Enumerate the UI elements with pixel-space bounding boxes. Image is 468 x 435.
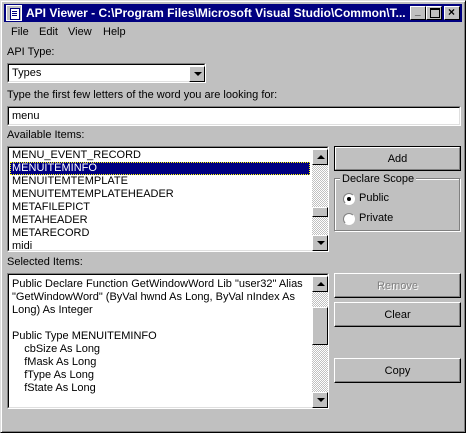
radio-public-circle[interactable]	[343, 193, 355, 205]
maximize-icon	[430, 8, 440, 18]
list-item[interactable]: MENUITEMINFO	[10, 162, 310, 175]
chevron-down-icon	[194, 72, 202, 76]
combobox-dropdown-button[interactable]	[189, 66, 205, 82]
menu-edit[interactable]: Edit	[39, 26, 58, 38]
menu-help-label: Help	[103, 26, 126, 38]
window-title: API Viewer - C:\Program Files\Microsoft …	[26, 6, 406, 20]
add-button-label: Add	[387, 152, 408, 165]
scroll-up-button[interactable]	[312, 149, 328, 165]
radio-selected-dot	[347, 197, 351, 201]
selected-items-textbox[interactable]: Public Declare Function GetWindowWord Li…	[7, 273, 329, 409]
chevron-up-icon	[317, 155, 325, 159]
list-item[interactable]: MENUITEMTEMPLATE	[10, 175, 310, 188]
radio-private-circle[interactable]	[343, 213, 355, 225]
menu-view[interactable]: View	[68, 26, 92, 38]
selected-items-scrollbar[interactable]	[312, 276, 328, 408]
api-type-value: Types	[12, 67, 42, 79]
menu-help[interactable]: Help	[103, 26, 126, 38]
search-label: Type the first few letters of the word y…	[7, 89, 278, 101]
selected-items-label: Selected Items:	[7, 256, 83, 268]
declare-scope-title: Declare Scope	[340, 173, 417, 185]
api-type-label: API Type:	[7, 46, 55, 58]
app-icon[interactable]	[6, 5, 22, 21]
clear-button[interactable]: Clear	[334, 302, 461, 327]
search-input[interactable]: menu	[7, 106, 461, 126]
text-line: Long) As Integer	[12, 304, 93, 316]
menu-file[interactable]: File	[11, 26, 29, 38]
text-line: Public Type MENUITEMINFO	[12, 330, 157, 342]
copy-button[interactable]: Copy	[334, 358, 461, 383]
chevron-down-icon	[317, 241, 325, 245]
remove-button-label: Remove	[377, 279, 418, 292]
api-type-combobox[interactable]: Types	[7, 63, 206, 83]
copy-button-label: Copy	[384, 364, 411, 377]
chevron-up-icon	[317, 282, 325, 286]
close-button[interactable]: ×	[444, 6, 460, 20]
search-input-value: menu	[12, 110, 40, 122]
list-item[interactable]: MENU_EVENT_RECORD	[10, 149, 310, 162]
text-line: Public Declare Function GetWindowWord Li…	[12, 278, 303, 290]
radio-private-label: Private	[359, 212, 394, 224]
menu-bar: File Edit View Help	[4, 24, 462, 41]
text-line: fMask As Long	[12, 356, 97, 368]
available-items-list[interactable]: MENU_EVENT_RECORD MENUITEMINFO MENUITEMTEM…	[7, 146, 329, 252]
available-items-label: Available Items:	[7, 129, 85, 141]
scroll-down-button[interactable]	[312, 235, 328, 251]
list-item[interactable]: midi	[10, 240, 310, 251]
close-icon: ×	[448, 5, 456, 19]
radio-public[interactable]: Public	[343, 192, 443, 206]
selected-items-text: Public Declare Function GetWindowWord Li…	[12, 278, 308, 406]
list-item[interactable]: MENUITEMTEMPLATEHEADER	[10, 188, 310, 201]
maximize-button[interactable]	[426, 6, 442, 20]
remove-button[interactable]: Remove	[334, 273, 461, 298]
add-button[interactable]: Add	[334, 146, 461, 171]
api-viewer-window: API Viewer - C:\Program Files\Microsoft …	[0, 0, 466, 433]
scroll-up-button[interactable]	[312, 276, 328, 292]
clear-button-label: Clear	[384, 308, 411, 321]
minimize-button[interactable]: _	[410, 6, 426, 20]
scroll-thumb[interactable]	[312, 307, 328, 345]
list-item[interactable]: METAHEADER	[10, 214, 310, 227]
minimize-icon: _	[415, 6, 421, 17]
text-line: "GetWindowWord" (ByVal hwnd As Long, ByV…	[12, 291, 295, 303]
text-line: cbSize As Long	[12, 343, 101, 355]
chevron-down-icon	[317, 398, 325, 402]
text-line: fType As Long	[12, 369, 94, 381]
list-item[interactable]: METAFILEPICT	[10, 201, 310, 214]
scroll-thumb[interactable]	[312, 207, 328, 217]
list-item[interactable]: METARECORD	[10, 227, 310, 240]
text-line	[12, 317, 308, 330]
text-line: fState As Long	[12, 382, 96, 394]
title-bar[interactable]: API Viewer - C:\Program Files\Microsoft …	[4, 4, 462, 22]
menu-file-label: File	[11, 26, 29, 38]
scroll-down-button[interactable]	[312, 392, 328, 408]
menu-edit-label: Edit	[39, 26, 58, 38]
available-items-scrollbar[interactable]	[312, 149, 328, 251]
menu-view-label: View	[68, 26, 92, 38]
radio-public-label: Public	[359, 192, 389, 204]
available-items-rows: MENU_EVENT_RECORD MENUITEMINFO MENUITEMTEM…	[10, 149, 310, 251]
radio-private[interactable]: Private	[343, 212, 443, 226]
